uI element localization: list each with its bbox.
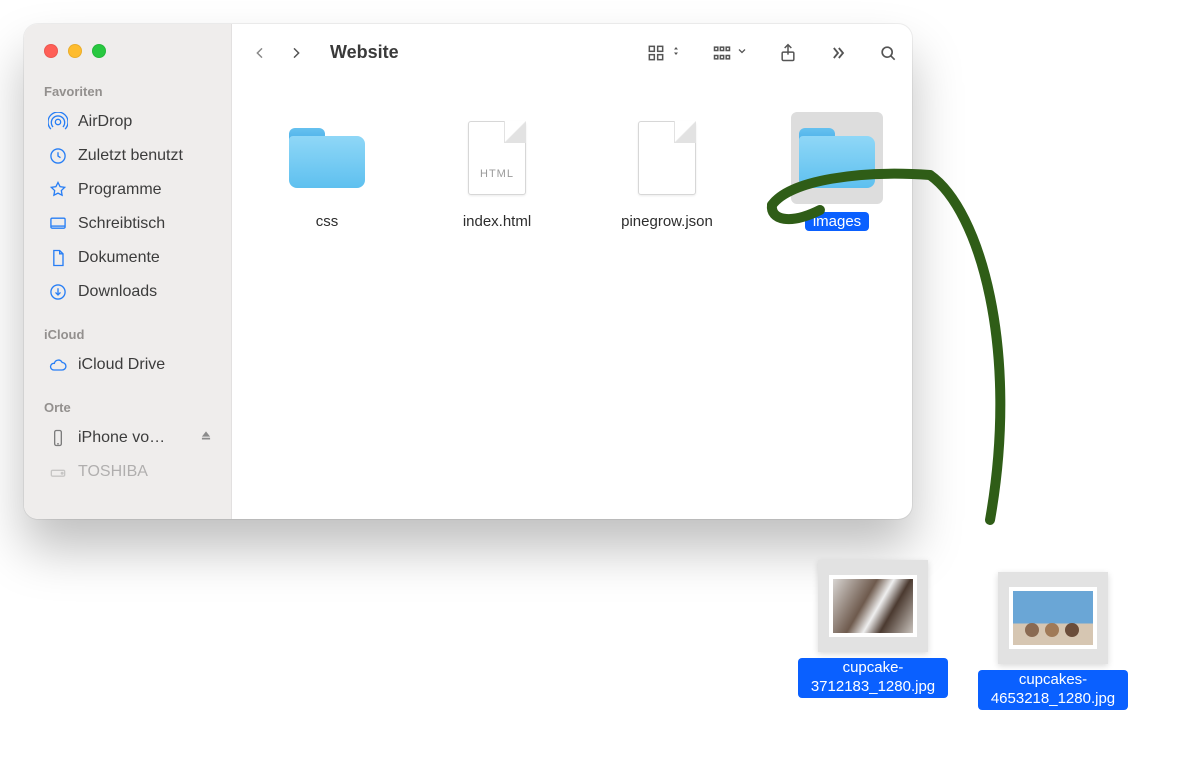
share-button[interactable] — [778, 43, 798, 63]
sidebar-item-desktop[interactable]: Schreibtisch — [24, 207, 231, 241]
file-item-pinegrow-json[interactable]: pinegrow.json — [612, 112, 722, 231]
file-label: images — [805, 212, 869, 231]
sidebar-item-label: Zuletzt benutzt — [78, 147, 183, 165]
chevron-down-icon — [736, 44, 748, 61]
updown-icon — [670, 44, 682, 61]
document-icon — [48, 248, 68, 268]
sidebar-group-icloud: iCloud — [24, 323, 231, 348]
finder-window: Favoriten AirDrop Zuletzt benutzt Progra… — [24, 24, 912, 519]
sidebar-item-iphone[interactable]: iPhone vo… — [24, 421, 231, 455]
sidebar-item-documents[interactable]: Dokumente — [24, 241, 231, 275]
downloads-icon — [48, 282, 68, 302]
sidebar-group-locations: Orte — [24, 396, 231, 421]
file-label: cupcake-3712183_1280.jpg — [798, 658, 948, 698]
file-label: index.html — [455, 212, 539, 231]
sidebar-group-favorites: Favoriten — [24, 80, 231, 105]
minimize-button[interactable] — [68, 44, 82, 58]
sidebar-item-label: Programme — [78, 181, 162, 199]
maximize-button[interactable] — [92, 44, 106, 58]
sidebar-item-label: Downloads — [78, 283, 157, 301]
sidebar-item-airdrop[interactable]: AirDrop — [24, 105, 231, 139]
sidebar-item-toshiba[interactable]: TOSHIBA — [24, 455, 231, 489]
file-item-images[interactable]: images — [782, 112, 892, 231]
sidebar-item-downloads[interactable]: Downloads — [24, 275, 231, 309]
group-button[interactable] — [712, 43, 748, 63]
document-file-icon — [621, 112, 713, 204]
sidebar-item-label: Schreibtisch — [78, 215, 165, 233]
sidebar-item-label: Dokumente — [78, 249, 160, 267]
clock-icon — [48, 146, 68, 166]
applications-icon — [48, 180, 68, 200]
airdrop-icon — [48, 112, 68, 132]
window-controls — [24, 40, 231, 80]
close-button[interactable] — [44, 44, 58, 58]
window-title: Website — [330, 42, 399, 63]
image-thumbnail — [818, 560, 928, 652]
file-label: pinegrow.json — [613, 212, 721, 231]
file-label: cupcakes-4653218_1280.jpg — [978, 670, 1128, 710]
desktop-file-cupcake-1[interactable]: cupcake-3712183_1280.jpg — [798, 560, 948, 698]
drive-icon — [48, 462, 68, 482]
sidebar-item-recents[interactable]: Zuletzt benutzt — [24, 139, 231, 173]
sidebar-item-applications[interactable]: Programme — [24, 173, 231, 207]
desktop-file-cupcakes-2[interactable]: cupcakes-4653218_1280.jpg — [978, 572, 1128, 710]
search-button[interactable] — [878, 43, 898, 63]
view-icons-button[interactable] — [646, 43, 682, 63]
sidebar-item-label: iPhone vo… — [78, 429, 165, 447]
sidebar-item-label: AirDrop — [78, 113, 132, 131]
folder-icon — [791, 112, 883, 204]
file-grid[interactable]: css HTML index.html pinegrow.json images — [232, 82, 912, 519]
folder-icon — [281, 112, 373, 204]
file-label: css — [308, 212, 347, 231]
phone-icon — [48, 428, 68, 448]
eject-icon[interactable] — [199, 429, 213, 448]
html-file-icon: HTML — [451, 112, 543, 204]
overflow-button[interactable] — [828, 43, 848, 63]
cloud-icon — [48, 355, 68, 375]
back-button[interactable] — [246, 39, 274, 67]
sidebar: Favoriten AirDrop Zuletzt benutzt Progra… — [24, 24, 232, 519]
main-pane: Website — [232, 24, 912, 519]
file-item-css[interactable]: css — [272, 112, 382, 231]
toolbar: Website — [232, 24, 912, 82]
file-item-index-html[interactable]: HTML index.html — [442, 112, 552, 231]
desktop-icon — [48, 214, 68, 234]
sidebar-item-label: iCloud Drive — [78, 356, 165, 374]
forward-button[interactable] — [282, 39, 310, 67]
sidebar-item-icloud-drive[interactable]: iCloud Drive — [24, 348, 231, 382]
sidebar-item-label: TOSHIBA — [78, 463, 148, 481]
image-thumbnail — [998, 572, 1108, 664]
